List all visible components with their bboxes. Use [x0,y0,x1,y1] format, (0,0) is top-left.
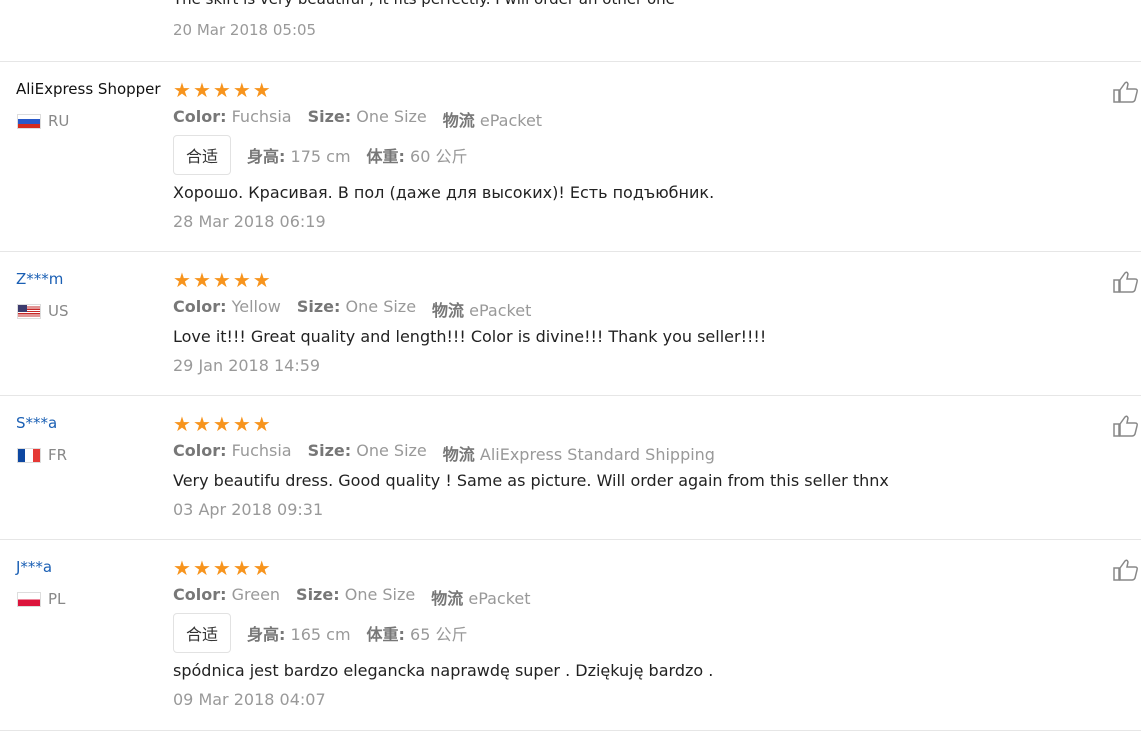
review-item: AliExpress Shopper RU ★ ★ ★ ★ ★ Color: F… [0,62,1141,252]
fit-badge: 合适 [173,613,232,653]
thumbs-up-icon[interactable] [1113,80,1139,104]
thumbs-up-icon[interactable] [1113,414,1139,438]
fit-info: 合适 身高: 165 cm 体重: 65 公斤 [173,613,467,653]
shipping-value: AliExpress Standard Shipping [479,445,715,464]
height-label: 身高: [247,147,286,166]
height-value: 175 cm [290,147,351,166]
star-rating: ★ ★ ★ ★ ★ [173,80,271,100]
star-icon: ★ [173,412,191,436]
fit-badge: 合适 [173,135,232,175]
review-item: Z***m US ★ ★ ★ ★ ★ Color: Yellow Size: O… [0,252,1141,396]
fit-info: 合适 身高: 175 cm 体重: 60 公斤 [173,135,467,175]
reviewer-name[interactable]: Z***m [16,270,63,288]
shipping-label: 物流 [442,445,475,464]
shipping-value: ePacket [469,301,532,320]
star-icon: ★ [232,78,251,102]
shipping-label: 物流 [431,589,464,608]
review-item: S***a FR ★ ★ ★ ★ ★ Color: Fuchsia Size: … [0,396,1141,540]
star-icon: ★ [252,556,271,580]
color-label: Color: [173,441,227,460]
star-icon: ★ [192,412,211,436]
color-label: Color: [173,297,227,316]
color-value: Green [231,585,281,604]
color-value: Fuchsia [231,441,292,460]
size-label: Size: [307,107,352,126]
star-icon: ★ [192,268,211,292]
star-icon: ★ [212,412,231,436]
flag-ru-icon [17,113,41,129]
star-icon: ★ [232,268,251,292]
review-text: Love it!!! Great quality and length!!! C… [173,327,767,346]
flag-pl-icon [17,591,41,607]
country-code: FR [48,446,68,464]
star-icon: ★ [212,556,231,580]
review-text: The skirt is very beautiful , it fits pe… [173,0,675,8]
star-icon: ★ [173,268,191,292]
size-label: Size: [307,441,352,460]
star-rating: ★ ★ ★ ★ ★ [173,270,271,290]
height-label: 身高: [247,625,286,644]
height-value: 165 cm [290,625,351,644]
review-date: 20 Mar 2018 05:05 [173,21,317,39]
size-label: Size: [296,297,341,316]
size-value: One Size [356,441,427,460]
size-value: One Size [345,297,417,316]
star-rating: ★ ★ ★ ★ ★ [173,414,271,434]
reviewer-name[interactable]: AliExpress Shopper [16,80,161,98]
shipping-label: 物流 [432,301,465,320]
review-date: 29 Jan 2018 14:59 [173,356,321,375]
flag-us-icon [17,303,41,319]
order-info: Color: Green Size: One Size 物流 ePacket [173,585,531,609]
reviewer-country: FR [17,446,67,464]
review-partial: The skirt is very beautiful , it fits pe… [0,0,1141,62]
reviewer-name[interactable]: S***a [16,414,57,432]
weight-label: 体重: [366,625,405,644]
review-date: 28 Mar 2018 06:19 [173,212,326,231]
flag-fr-icon [17,447,41,463]
country-code: RU [48,112,70,130]
color-value: Yellow [231,297,281,316]
star-icon: ★ [192,78,211,102]
order-info: Color: Fuchsia Size: One Size 物流 ePacket [173,107,542,131]
shipping-value: ePacket [468,589,531,608]
shipping-label: 物流 [442,111,475,130]
size-value: One Size [356,107,427,126]
review-item: J***a PL ★ ★ ★ ★ ★ Color: Green Size: On… [0,540,1141,731]
review-date: 03 Apr 2018 09:31 [173,500,324,519]
weight-value: 60 公斤 [410,147,468,166]
star-icon: ★ [192,556,211,580]
color-label: Color: [173,585,227,604]
star-icon: ★ [252,268,271,292]
country-code: US [48,302,69,320]
color-value: Fuchsia [231,107,292,126]
star-icon: ★ [173,556,191,580]
star-icon: ★ [252,78,271,102]
reviewer-country: RU [17,112,69,130]
star-rating: ★ ★ ★ ★ ★ [173,558,271,578]
star-icon: ★ [173,78,191,102]
review-text: Very beautifu dress. Good quality ! Same… [173,471,889,490]
reviewer-country: US [17,302,69,320]
star-icon: ★ [232,556,251,580]
weight-label: 体重: [366,147,405,166]
weight-value: 65 公斤 [410,625,468,644]
reviewer-country: PL [17,590,65,608]
order-info: Color: Yellow Size: One Size 物流 ePacket [173,297,531,321]
thumbs-up-icon[interactable] [1113,270,1139,294]
size-value: One Size [344,585,416,604]
shipping-value: ePacket [479,111,543,130]
review-text: spódnica jest bardzo elegancka naprawdę … [173,661,714,680]
reviewer-name[interactable]: J***a [16,558,52,576]
star-icon: ★ [252,412,271,436]
star-icon: ★ [212,78,231,102]
star-icon: ★ [212,268,231,292]
order-info: Color: Fuchsia Size: One Size 物流 AliExpr… [173,441,715,465]
color-label: Color: [173,107,227,126]
star-icon: ★ [232,412,251,436]
size-label: Size: [296,585,340,604]
thumbs-up-icon[interactable] [1113,558,1139,582]
review-date: 09 Mar 2018 04:07 [173,690,326,709]
country-code: PL [48,590,66,608]
review-text: Хорошо. Красивая. В пол (даже для высоки… [173,183,715,202]
